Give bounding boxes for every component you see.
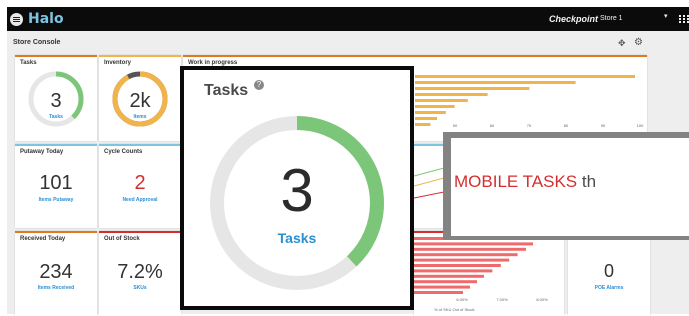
zoom-value: 3 <box>280 157 314 224</box>
callout-highlight: MOBILE TASKS <box>454 172 578 191</box>
x-tick-label: 70 <box>527 123 532 128</box>
tile-value: 3 <box>50 90 62 112</box>
zoom-title: Tasks <box>204 82 249 99</box>
zoom-label[interactable]: Tasks <box>184 230 410 246</box>
out-of-stock-bar <box>414 242 533 246</box>
tile-value: 0 <box>603 261 614 281</box>
wip-bar <box>415 105 455 108</box>
wip-bar <box>415 99 468 102</box>
tasks-tile-zoom: Tasks ? 3 Tasks <box>180 66 414 310</box>
x-tick-label: 90 <box>601 123 606 128</box>
store-selector[interactable]: Store 1 <box>600 15 623 22</box>
tile-title: Tasks <box>20 60 37 66</box>
chevron-down-icon[interactable]: ▾ <box>664 12 668 20</box>
out-of-stock-bar <box>414 274 484 278</box>
wip-bar <box>415 93 488 96</box>
tile-title: Received Today <box>20 236 66 242</box>
x-tick-label: 6.00% <box>456 297 468 302</box>
out-of-stock-bar <box>414 285 470 289</box>
wip-bar <box>415 111 446 114</box>
poe-alarms-tile[interactable]: 0 POE Alarms <box>568 231 650 316</box>
menu-icon[interactable] <box>10 13 23 26</box>
tile-value: 2k <box>129 90 151 112</box>
chart-footer-label: % of SKU Out of Stock <box>434 307 474 312</box>
out-of-stock-bar <box>414 291 463 294</box>
out-of-stock-chart-card: 6.00% 7.00% 8.00% % of SKU Out of Stock <box>414 231 564 316</box>
brand-logo[interactable]: Halo <box>28 11 64 27</box>
tile-label[interactable]: POE Alarms <box>568 285 650 291</box>
tile-label[interactable]: Items Received <box>15 285 97 291</box>
wip-bar <box>415 123 431 126</box>
tile-value: 2 <box>134 172 146 194</box>
tile-value: 101 <box>39 172 73 194</box>
tile-value: 234 <box>39 261 73 283</box>
wip-bar <box>415 87 530 90</box>
x-tick-label: 100 <box>637 123 644 128</box>
putaway-tile[interactable]: Putaway Today 101 Items Putaway <box>15 144 97 228</box>
tile-title: Putaway Today <box>20 149 64 155</box>
out-of-stock-bar-chart: 6.00% 7.00% 8.00% % of SKU Out of Stock <box>414 237 548 312</box>
tile-label[interactable]: SKUs <box>99 285 181 291</box>
page-title: Store Console <box>13 39 61 46</box>
callout-text: MOBILE TASKS th <box>454 172 596 192</box>
inventory-tile[interactable]: Inventory 2k Items <box>99 55 181 141</box>
x-tick-label: 50 <box>453 123 458 128</box>
trend-card <box>414 144 444 228</box>
out-of-stock-tile[interactable]: Out of Stock 7.2% SKUs <box>99 231 181 316</box>
out-of-stock-bar <box>414 247 526 251</box>
x-tick-label: 80 <box>564 123 569 128</box>
tile-value: 7.2% <box>117 261 163 283</box>
tasks-tile[interactable]: Tasks 3 Tasks <box>15 55 97 141</box>
trend-line-chart <box>414 167 444 199</box>
tile-label[interactable]: Tasks <box>15 114 97 120</box>
cycle-counts-tile[interactable]: Cycle Counts 2 Need Approval <box>99 144 181 228</box>
wip-bar <box>415 75 635 78</box>
x-tick-label: 7.00% <box>496 297 508 302</box>
tile-label[interactable]: Need Approval <box>99 197 181 203</box>
tile-label[interactable]: Items <box>99 114 181 120</box>
received-tile[interactable]: Received Today 234 Items Received <box>15 231 97 316</box>
tile-title: Out of Stock <box>104 236 140 242</box>
apps-grid-icon[interactable] <box>679 15 689 23</box>
x-tick-label: 8.00% <box>536 297 548 302</box>
out-of-stock-bar <box>414 280 477 284</box>
tile-title: Inventory <box>104 60 132 66</box>
gear-icon[interactable]: ⚙ <box>634 37 643 48</box>
x-tick-label: 60 <box>490 123 495 128</box>
tile-title: Cycle Counts <box>104 149 143 155</box>
tile-label[interactable]: Items Putaway <box>15 197 97 203</box>
out-of-stock-bar <box>414 269 493 273</box>
wip-bar <box>415 117 437 120</box>
out-of-stock-bar <box>414 264 501 267</box>
wip-bar <box>415 81 576 84</box>
out-of-stock-bar <box>414 253 518 257</box>
out-of-stock-bar <box>414 258 510 262</box>
callout-rest: th <box>577 172 597 191</box>
info-icon[interactable]: ? <box>254 80 264 90</box>
partner-logo: Checkpoint <box>549 14 599 24</box>
move-icon[interactable]: ✥ <box>618 38 626 49</box>
